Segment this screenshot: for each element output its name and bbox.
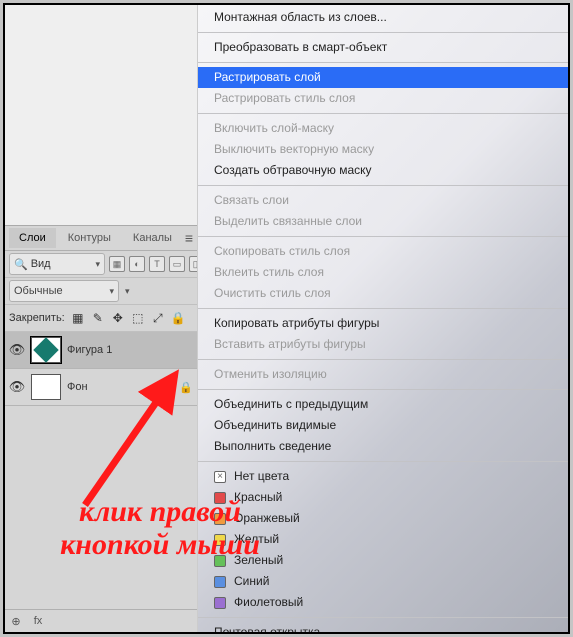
menu-item: Выключить векторную маску <box>198 139 568 160</box>
fx-icon[interactable]: fx <box>31 615 45 627</box>
visibility-icon[interactable]: 👁 <box>9 379 25 395</box>
menu-separator <box>198 308 568 309</box>
panel-footer: ⊕ fx <box>5 609 197 632</box>
tab-channels[interactable]: Каналы <box>123 228 182 248</box>
menu-item: Растрировать стиль слоя <box>198 88 568 109</box>
blend-mode-label: Обычные <box>14 285 63 297</box>
layer-filter-dropdown[interactable]: 🔍 Вид ▾ <box>9 253 105 275</box>
lock-icon-group: ▦ ✎ ✥ ⬚ ⤢ 🔒 <box>71 311 185 326</box>
menu-item[interactable]: Монтажная область из слоев... <box>198 7 568 28</box>
menu-color-item[interactable]: Желтый <box>198 529 568 550</box>
link-layers-icon[interactable]: ⊕ <box>9 615 23 628</box>
menu-color-label: Зеленый <box>234 550 283 571</box>
menu-item: Вставить атрибуты фигуры <box>198 334 568 355</box>
menu-separator <box>198 113 568 114</box>
menu-color-item[interactable]: Фиолетовый <box>198 592 568 613</box>
search-icon: 🔍 <box>14 258 28 271</box>
menu-color-item[interactable]: Синий <box>198 571 568 592</box>
menu-color-label: Фиолетовый <box>234 592 303 613</box>
menu-item[interactable]: Объединить видимые <box>198 415 568 436</box>
menu-item[interactable]: Преобразовать в смарт-объект <box>198 37 568 58</box>
menu-color-label: Красный <box>234 487 282 508</box>
lock-position-icon[interactable]: ✥ <box>111 311 125 325</box>
filter-type-icons: ▦ ◐ T ▭ ◫ <box>109 256 205 272</box>
menu-separator <box>198 185 568 186</box>
menu-item[interactable]: Создать обтравочную маску <box>198 160 568 181</box>
layers-panel: Слои Контуры Каналы ≡ 🔍 Вид ▾ ▦ ◐ T ▭ ◫ <box>5 5 197 632</box>
layer-thumbnail[interactable] <box>31 374 61 400</box>
menu-color-item[interactable]: Зеленый <box>198 550 568 571</box>
menu-separator <box>198 236 568 237</box>
menu-color-item[interactable]: × Нет цвета <box>198 466 568 487</box>
menu-separator <box>198 32 568 33</box>
menu-separator <box>198 461 568 462</box>
menu-item: Скопировать стиль слоя <box>198 241 568 262</box>
lock-label: Закрепить: <box>9 312 65 324</box>
layer-row-shape[interactable]: 👁 Фигура 1 <box>5 332 197 369</box>
menu-item: Выделить связанные слои <box>198 211 568 232</box>
menu-separator <box>198 62 568 63</box>
visibility-icon[interactable]: 👁 <box>9 342 25 358</box>
menu-color-label: Желтый <box>234 529 279 550</box>
color-swatch-icon <box>214 576 226 588</box>
tab-paths[interactable]: Контуры <box>58 228 121 248</box>
menu-color-label: Оранжевый <box>234 508 300 529</box>
menu-separator <box>198 389 568 390</box>
menu-item[interactable]: Выполнить сведение <box>198 436 568 457</box>
filter-adjust-icon[interactable]: ◐ <box>129 256 145 272</box>
menu-color-item[interactable]: Оранжевый <box>198 508 568 529</box>
menu-item: Очистить стиль слоя <box>198 283 568 304</box>
lock-row: Закрепить: ▦ ✎ ✥ ⬚ ⤢ 🔒 <box>5 305 197 332</box>
layer-row-background[interactable]: 👁 Фон 🔒 <box>5 369 197 406</box>
menu-item[interactable]: Копировать атрибуты фигуры <box>198 313 568 334</box>
color-swatch-icon <box>214 513 226 525</box>
menu-item[interactable]: Почтовая открытка <box>198 622 568 634</box>
menu-item: Вклеить стиль слоя <box>198 262 568 283</box>
color-swatch-icon <box>214 555 226 567</box>
layers-panel-body: Слои Контуры Каналы ≡ 🔍 Вид ▾ ▦ ◐ T ▭ ◫ <box>5 226 197 632</box>
panel-menu-icon[interactable]: ≡ <box>185 231 193 245</box>
layer-name: Фигура 1 <box>67 344 112 356</box>
menu-color-label: Нет цвета <box>234 466 289 487</box>
tab-layers[interactable]: Слои <box>9 228 56 248</box>
lock-paint-icon[interactable]: ✎ <box>91 311 105 325</box>
blend-mode-dropdown[interactable]: Обычные ▾ <box>9 280 119 302</box>
menu-color-label: Синий <box>234 571 269 592</box>
filter-text-icon[interactable]: T <box>149 256 165 272</box>
opacity-chevron-icon[interactable]: ▾ <box>125 286 130 297</box>
layer-name: Фон <box>67 381 88 393</box>
color-swatch-icon: × <box>214 471 226 483</box>
document-canvas <box>5 5 197 226</box>
lock-all-icon[interactable]: 🔒 <box>171 311 185 325</box>
panel-tabs: Слои Контуры Каналы ≡ <box>5 226 197 251</box>
lock-icon: 🔒 <box>179 381 193 394</box>
chevron-down-icon: ▾ <box>109 286 114 297</box>
filter-pixel-icon[interactable]: ▦ <box>109 256 125 272</box>
lock-transparent-icon[interactable]: ▦ <box>71 311 85 325</box>
menu-item: Связать слои <box>198 190 568 211</box>
layer-thumbnail[interactable] <box>31 337 61 363</box>
lock-nest-icon[interactable]: ⤢ <box>151 311 165 326</box>
layers-list: 👁 Фигура 1 👁 Фон 🔒 <box>5 332 197 609</box>
menu-item: Включить слой-маску <box>198 118 568 139</box>
chevron-down-icon: ▾ <box>95 259 100 270</box>
menu-separator <box>198 617 568 618</box>
color-swatch-icon <box>214 597 226 609</box>
blend-row: Обычные ▾ ▾ <box>5 278 197 305</box>
color-swatch-icon <box>214 492 226 504</box>
filter-row: 🔍 Вид ▾ ▦ ◐ T ▭ ◫ <box>5 251 197 278</box>
filter-mode-label: Вид <box>31 258 94 270</box>
lock-artboard-icon[interactable]: ⬚ <box>131 311 145 325</box>
menu-item[interactable]: Объединить с предыдущим <box>198 394 568 415</box>
color-swatch-icon <box>214 534 226 546</box>
shape-thumb-icon <box>33 337 58 362</box>
menu-separator <box>198 359 568 360</box>
layer-context-menu: Монтажная область из слоев... Преобразова… <box>197 3 568 634</box>
filter-shape-icon[interactable]: ▭ <box>169 256 185 272</box>
menu-color-item[interactable]: Красный <box>198 487 568 508</box>
menu-item[interactable]: Растрировать слой <box>198 67 568 88</box>
menu-item: Отменить изоляцию <box>198 364 568 385</box>
